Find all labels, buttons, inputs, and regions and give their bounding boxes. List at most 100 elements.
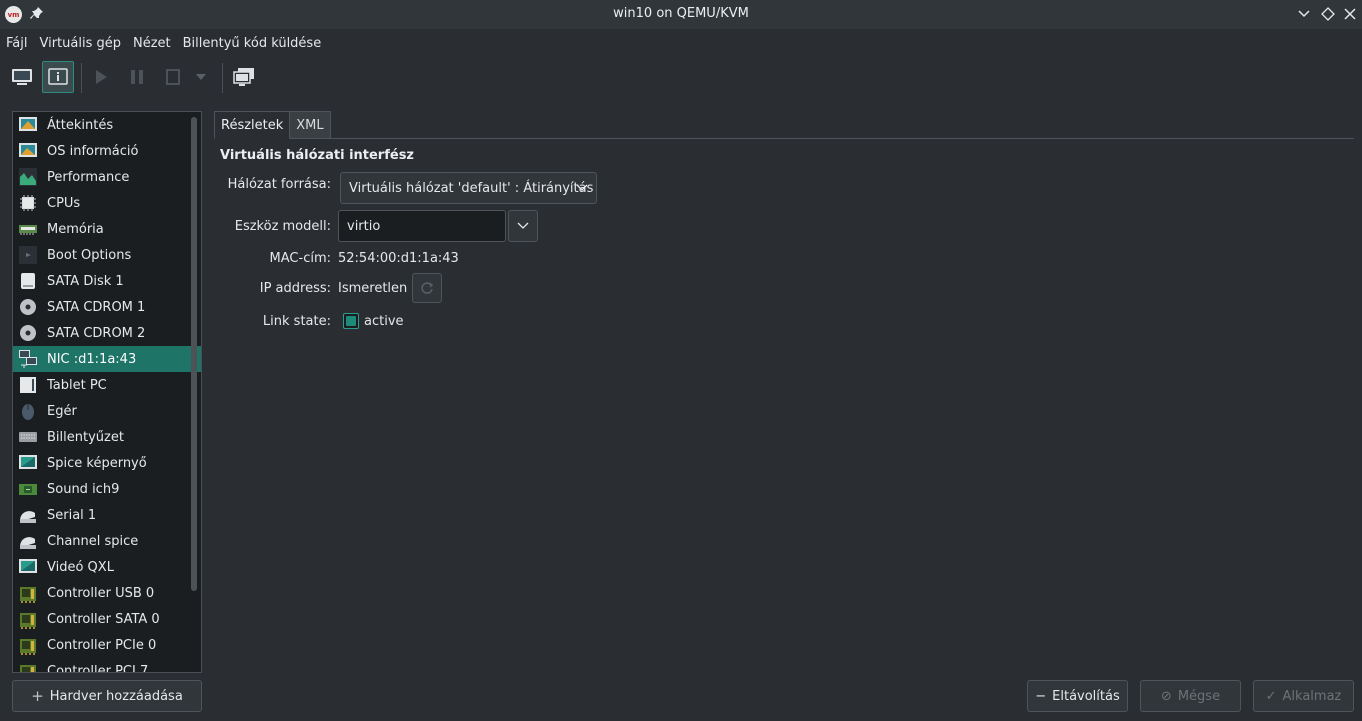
screens-icon: [233, 68, 254, 86]
toolbar-separator: [81, 63, 82, 93]
maximize-icon[interactable]: [1320, 6, 1336, 22]
hardware-list: Áttekintés OS információ Performance CPUs Me…: [12, 111, 202, 673]
tab-divider: [327, 138, 1354, 139]
menu-send-key[interactable]: Billentyű kód küldése: [177, 30, 328, 56]
pause-button[interactable]: [121, 61, 153, 93]
plus-icon: +: [31, 687, 44, 705]
details-button[interactable]: [42, 61, 74, 93]
device-model-input[interactable]: virtio: [338, 210, 506, 242]
monitor-icon: [12, 69, 32, 85]
sidebar-item-label: Controller SATA 0: [47, 611, 160, 627]
controller-icon: [20, 587, 36, 603]
display-icon: [19, 455, 37, 469]
network-source-value: Virtuális hálózat 'default' : Átirányítá…: [349, 180, 594, 196]
mouse-icon: [22, 404, 34, 420]
device-model-dropdown-button[interactable]: [508, 210, 538, 242]
sidebar-item-label: Videó QXL: [47, 559, 114, 575]
sidebar-item-label: Billentyűzet: [47, 429, 124, 445]
controller-icon: [20, 613, 36, 629]
sidebar-item-label: Tablet PC: [47, 377, 107, 393]
cancel-button[interactable]: ⊘ Mégse: [1140, 680, 1241, 712]
sidebar-item[interactable]: Spice képernyő: [13, 450, 201, 476]
sidebar-item-label: Controller PCIe 0: [47, 637, 157, 653]
sidebar-item-label: SATA Disk 1: [47, 273, 124, 289]
mac-label: MAC-cím:: [269, 251, 331, 266]
link-state-checkbox[interactable]: [343, 313, 359, 329]
refresh-ip-button[interactable]: [412, 273, 442, 303]
check-icon: ✓: [1265, 688, 1277, 704]
sidebar-item[interactable]: Controller PCIe 0: [13, 632, 201, 658]
sidebar-item[interactable]: Channel spice: [13, 528, 201, 554]
shutdown-button[interactable]: [157, 61, 189, 93]
sidebar-item[interactable]: Áttekintés: [13, 112, 201, 138]
toolbar: [0, 58, 1362, 98]
serial-icon: [20, 511, 36, 523]
remove-button[interactable]: − Eltávolítás: [1027, 680, 1128, 712]
device-model-value: virtio: [347, 218, 381, 234]
sidebar-item-label: Boot Options: [47, 247, 132, 263]
shutdown-menu-button[interactable]: [190, 61, 212, 93]
sidebar-item[interactable]: Serial 1: [13, 502, 201, 528]
boot-icon: [19, 246, 37, 264]
overview-icon: [19, 117, 37, 131]
console-button[interactable]: [6, 61, 38, 93]
run-button[interactable]: [85, 61, 117, 93]
sidebar-item-label: OS információ: [47, 143, 139, 159]
controller-icon: [20, 665, 36, 672]
add-hardware-button[interactable]: + Hardver hozzáadása: [12, 680, 202, 712]
controller-icon: [20, 639, 36, 655]
close-icon[interactable]: [1342, 6, 1358, 22]
sidebar-item[interactable]: Tablet PC: [13, 372, 201, 398]
window-title: win10 on QEMU/KVM: [613, 6, 749, 21]
add-hardware-label: Hardver hozzáadása: [49, 688, 183, 704]
tab-details[interactable]: Részletek: [214, 111, 291, 139]
sidebar-item-label: Spice képernyő: [47, 455, 147, 471]
apply-label: Alkalmaz: [1282, 688, 1342, 704]
minus-icon: −: [1035, 688, 1047, 704]
link-state-value[interactable]: active: [364, 314, 404, 329]
fullscreen-button[interactable]: [228, 61, 260, 93]
sidebar-item[interactable]: CPUs: [13, 190, 201, 216]
link-state-label: Link state:: [262, 314, 331, 329]
sidebar-item[interactable]: Controller PCI 7: [13, 658, 201, 673]
sidebar-item[interactable]: Egér: [13, 398, 201, 424]
network-icon: [19, 350, 37, 368]
sidebar-item[interactable]: Controller SATA 0: [13, 606, 201, 632]
sidebar-item-label: Serial 1: [47, 507, 97, 523]
play-icon: [96, 70, 107, 84]
video-icon: [19, 559, 37, 573]
sidebar-item[interactable]: Controller USB 0: [13, 580, 201, 606]
sidebar-item-label: CPUs: [47, 195, 81, 211]
menu-virtual-machine[interactable]: Virtuális gép: [33, 30, 127, 56]
tablet-icon: [20, 377, 36, 393]
network-source-label: Hálózat forrása:: [227, 177, 331, 192]
network-source-select[interactable]: Virtuális hálózat 'default' : Átirányítá…: [340, 172, 597, 204]
sidebar-item-label: Controller PCI 7: [47, 663, 149, 673]
ip-address-label: IP address:: [259, 281, 331, 296]
sidebar-item[interactable]: Sound ich9: [13, 476, 201, 502]
device-model-label: Eszköz modell:: [234, 219, 331, 234]
tab-xml[interactable]: XML: [290, 111, 331, 139]
menu-file[interactable]: Fájl: [0, 30, 33, 56]
keyboard-icon: [19, 432, 37, 442]
sidebar-item-label: Controller USB 0: [47, 585, 155, 601]
performance-icon: [19, 168, 37, 186]
sidebar-item-label: NIC :d1:1a:43: [47, 351, 137, 367]
chevron-down-icon: [196, 74, 206, 80]
sidebar-item-label: Memória: [47, 221, 104, 237]
channel-icon: [20, 537, 36, 549]
apply-button[interactable]: ✓ Alkalmaz: [1253, 680, 1354, 712]
pause-icon: [131, 70, 143, 84]
sidebar-item[interactable]: Videó QXL: [13, 554, 201, 580]
menu-view[interactable]: Nézet: [127, 30, 177, 56]
minimize-icon[interactable]: [1296, 6, 1312, 22]
chevron-down-icon: [517, 222, 529, 229]
ip-address-value: Ismeretlen: [338, 281, 408, 296]
os-info-icon: [19, 143, 37, 157]
sidebar-item-label: SATA CDROM 1: [47, 299, 146, 315]
sidebar-item[interactable]: Billentyűzet: [13, 424, 201, 450]
sidebar-item[interactable]: OS információ: [13, 138, 201, 164]
title-bar: vm win10 on QEMU/KVM: [0, 0, 1362, 29]
sidebar-item[interactable]: NIC :d1:1a:43: [13, 346, 201, 372]
cdrom-icon: [20, 325, 36, 341]
